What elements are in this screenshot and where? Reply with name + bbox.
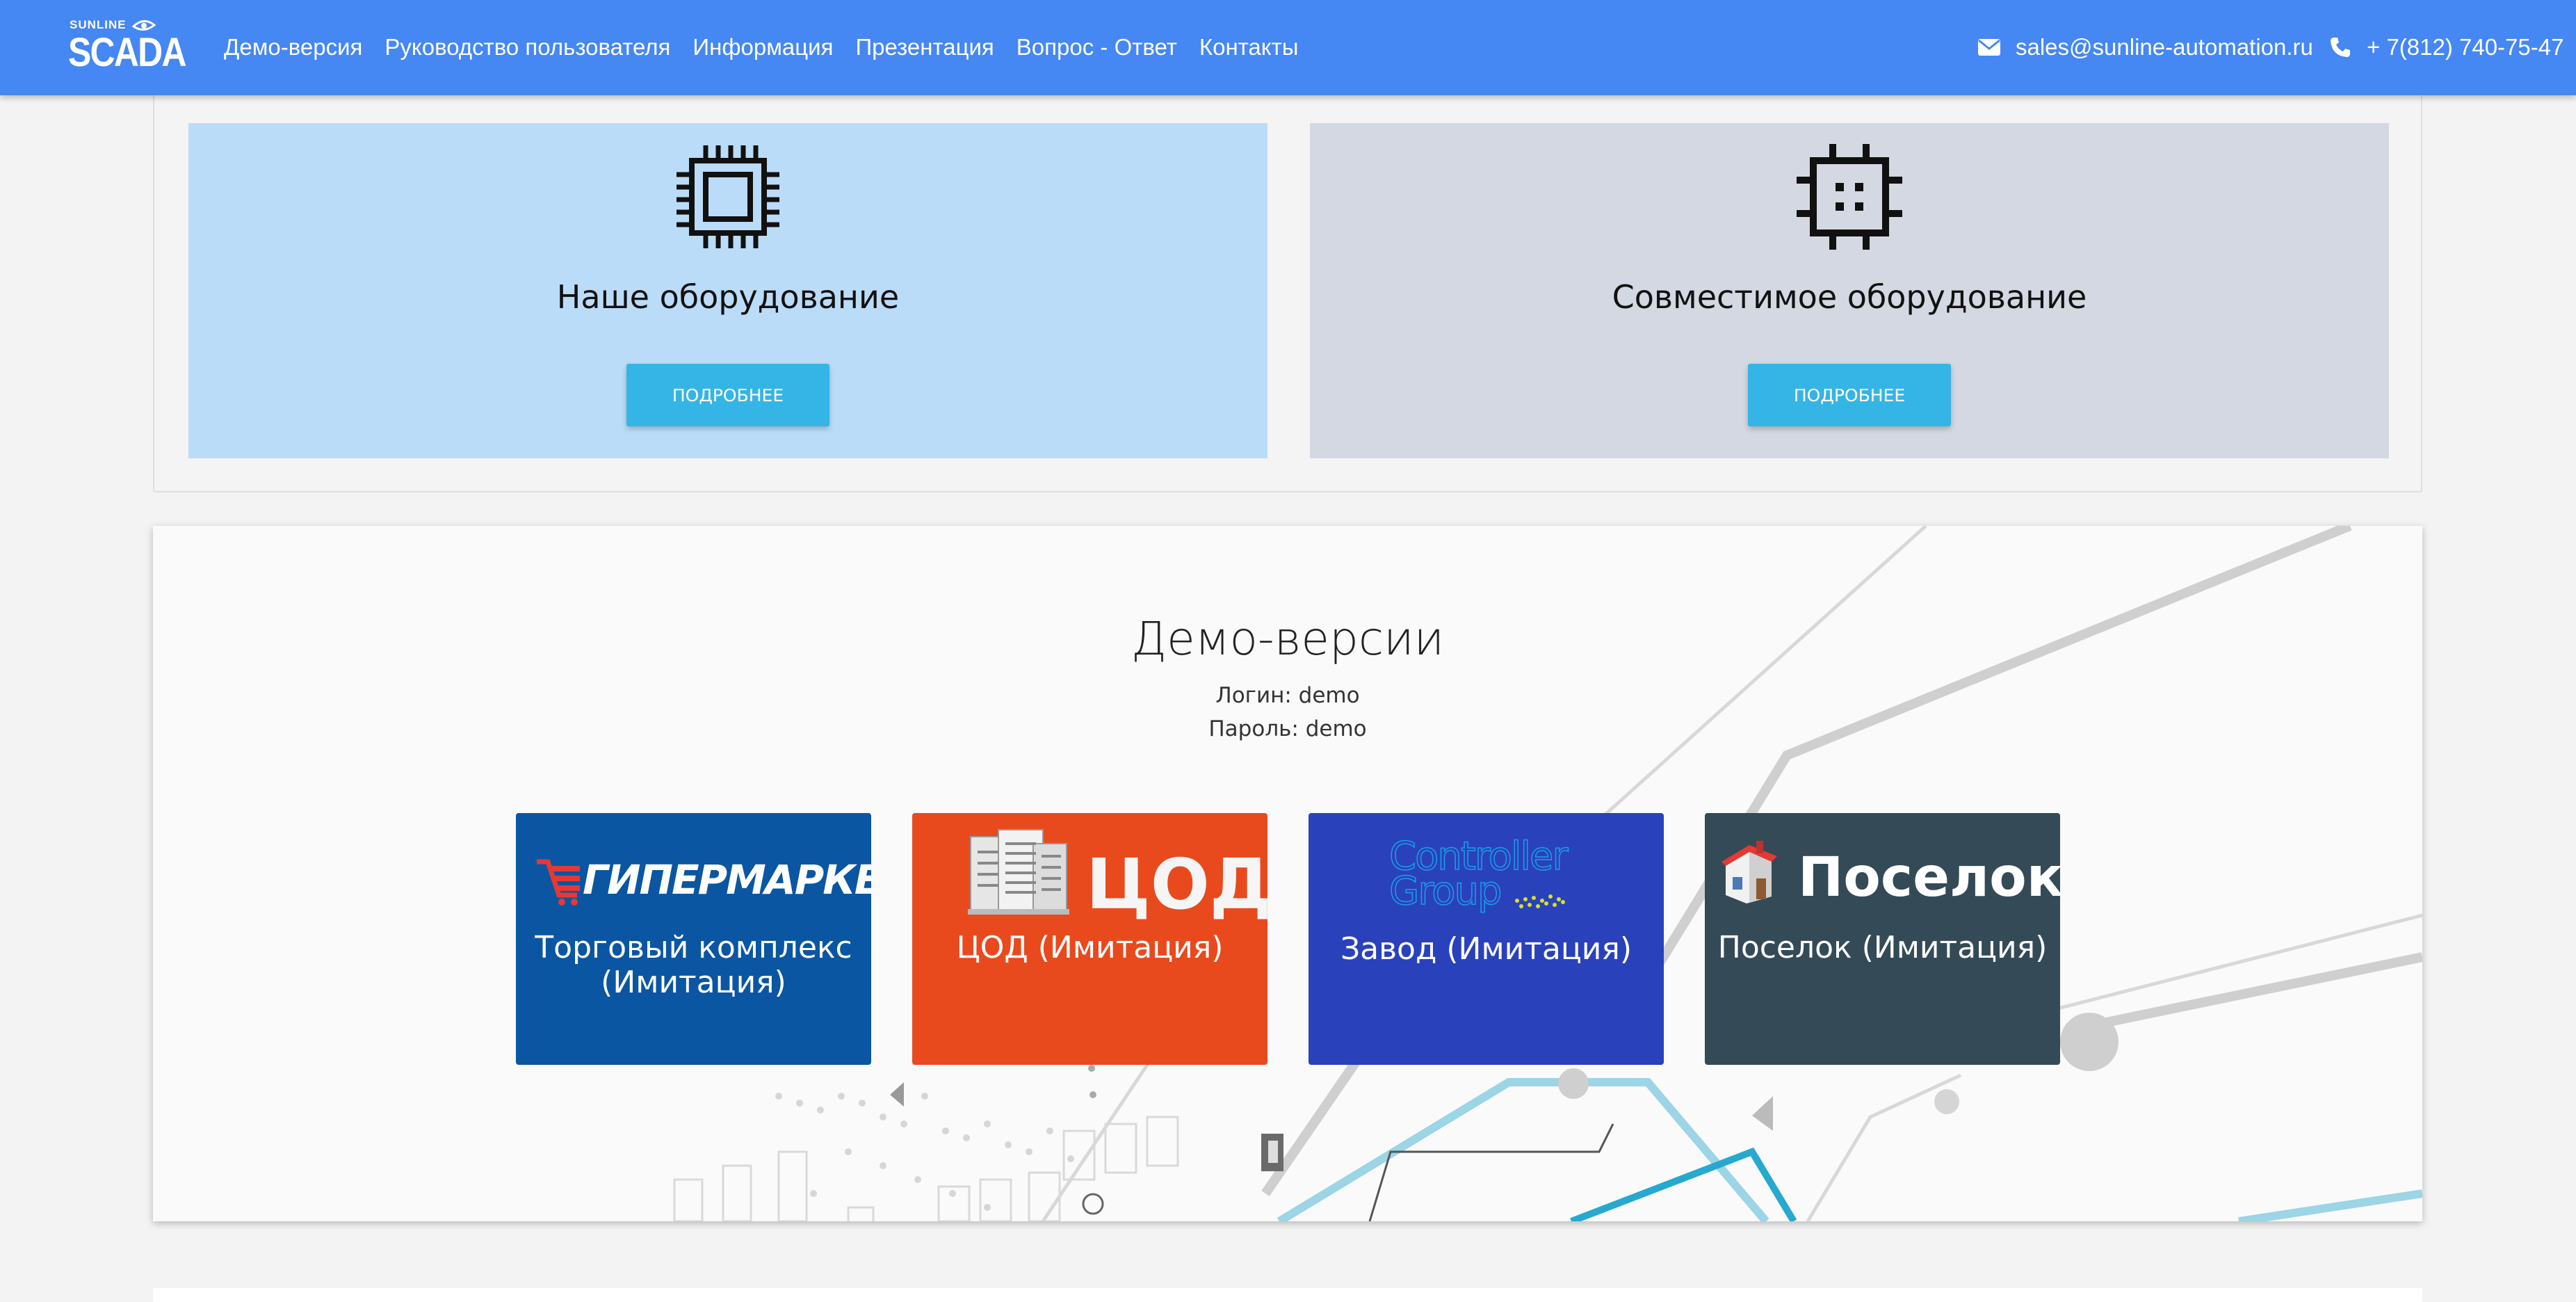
our-hardware-title: Наше оборудование xyxy=(556,278,900,316)
our-hardware-card: Наше оборудование ПОДРОБНЕЕ xyxy=(188,123,1267,458)
demo-tile-village[interactable]: Поселок Поселок (Имитация) xyxy=(1705,813,2060,1065)
demo-section: Демо-версии Логин: demo Пароль: demo ГИП… xyxy=(153,526,2422,1221)
compatible-hardware-more-button[interactable]: ПОДРОБНЕЕ xyxy=(1748,364,1951,426)
phone-text: + 7(812) 740-75-47 xyxy=(2367,34,2564,60)
board-chip-icon xyxy=(1797,144,1902,250)
nav-demo[interactable]: Демо-версия xyxy=(224,33,362,61)
hypermarket-label-line2: (Имитация) xyxy=(601,965,786,1000)
hardware-section: Наше оборудование ПОДРОБНЕЕ Совместимое … xyxy=(153,90,2422,492)
nav-contacts[interactable]: Контакты xyxy=(1199,33,1299,61)
logo-main-text: SCADA xyxy=(68,30,186,75)
our-hardware-more-button[interactable]: ПОДРОБНЕЕ xyxy=(626,364,829,426)
hypermarket-label-line1: Торговый комплекс xyxy=(535,930,852,965)
next-section-top xyxy=(153,1288,2422,1302)
phone-contact[interactable]: + 7(812) 740-75-47 xyxy=(2329,33,2563,61)
top-navbar: SUNLINE SCADA Демо-версия Руководство по… xyxy=(0,0,2576,95)
phone-icon xyxy=(2331,38,2350,57)
nav-user-guide[interactable]: Руководство пользователя xyxy=(384,33,670,61)
chip-icon xyxy=(677,145,779,248)
datacenter-logo-text: ЦОД xyxy=(1086,844,1267,925)
email-text: sales@sunline-automation.ru xyxy=(2016,34,2313,60)
nav-presentation[interactable]: Презентация xyxy=(855,33,994,61)
controller-logo-text-2: Group xyxy=(1388,868,1502,915)
datacenter-label: ЦОД (Имитация) xyxy=(956,930,1224,965)
village-label: Поселок (Имитация) xyxy=(1717,930,2048,965)
demo-login-text: Логин: demo xyxy=(1215,683,1360,708)
demo-password-text: Пароль: demo xyxy=(1208,716,1367,741)
factory-label: Завод (Имитация) xyxy=(1340,931,1633,967)
main-nav: Демо-версия Руководство пользователя Инф… xyxy=(224,33,1320,61)
hypermarket-logo-text: ГИПЕРМАРКЕТ xyxy=(583,856,871,903)
demo-tile-datacenter[interactable]: ЦОД ЦОД (Имитация) xyxy=(912,813,1267,1065)
demo-tile-hypermarket[interactable]: ГИПЕРМАРКЕТ Торговый комплекс (Имитация) xyxy=(516,813,871,1065)
envelope-icon xyxy=(1978,39,2000,56)
sunline-scada-logo[interactable]: SUNLINE SCADA xyxy=(68,18,186,75)
nav-faq[interactable]: Вопрос - Ответ xyxy=(1016,33,1177,61)
compatible-hardware-card: Совместимое оборудование ПОДРОБНЕЕ xyxy=(1310,123,2389,458)
nav-info[interactable]: Информация xyxy=(692,33,833,61)
demo-title: Демо-версии xyxy=(1131,612,1445,666)
village-logo-text: Поселок xyxy=(1798,846,2060,909)
email-contact[interactable]: sales@sunline-automation.ru xyxy=(1978,33,2313,61)
demo-tile-factory[interactable]: Controller Group Завод (Имитация) xyxy=(1309,813,1664,1065)
compatible-hardware-title: Совместимое оборудование xyxy=(1612,278,2087,316)
